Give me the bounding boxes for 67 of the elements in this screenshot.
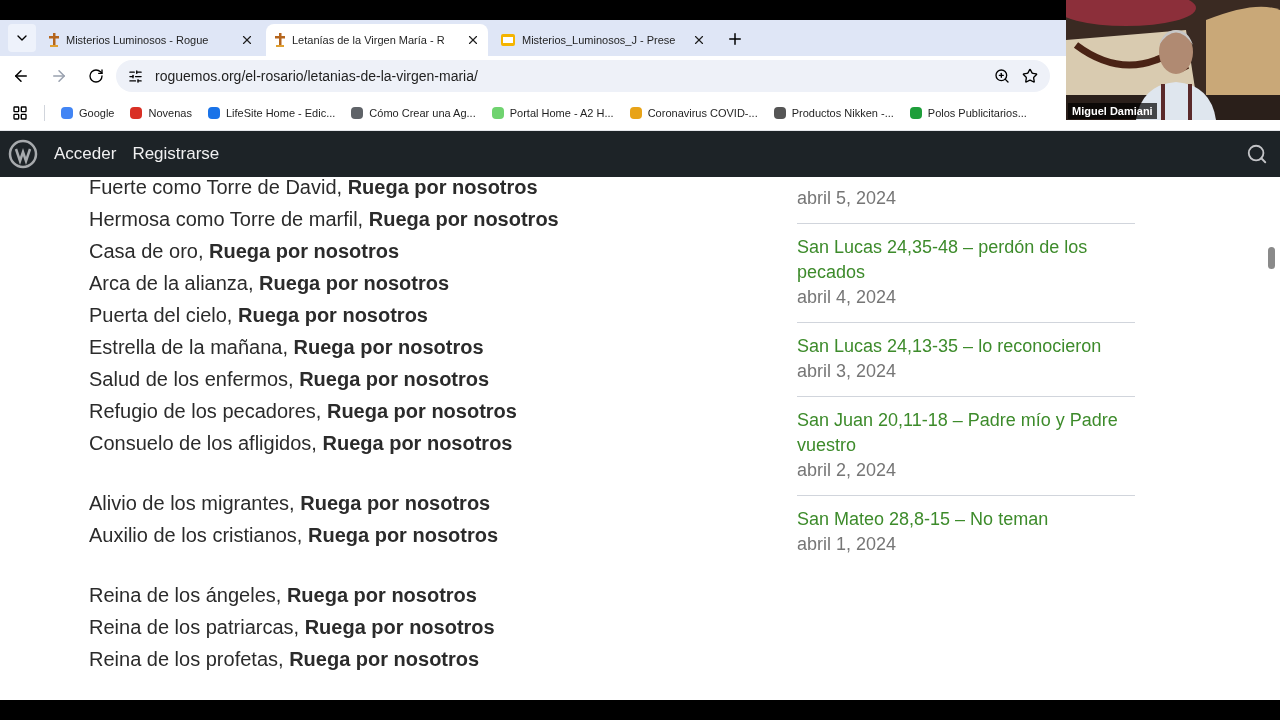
- forward-icon[interactable]: [50, 67, 68, 85]
- close-icon[interactable]: [692, 33, 706, 47]
- url-text: roguemos.org/el-rosario/letanias-de-la-virgen-maria/: [155, 66, 479, 86]
- browser-tab[interactable]: Misterios Luminosos - Rogue: [40, 24, 262, 56]
- bookmark-label: Coronavirus COVID-...: [647, 105, 758, 121]
- litany-line: Alivio de los migrantes, Ruega por nosotros: [89, 491, 492, 516]
- close-icon[interactable]: [240, 33, 254, 47]
- site-info-icon[interactable]: [128, 68, 143, 84]
- bookmark-item[interactable]: Productos Nikken -...: [773, 104, 894, 122]
- bookmark-item[interactable]: Google: [61, 104, 115, 122]
- browser-tab[interactable]: Letanías de la Virgen María - R: [266, 24, 488, 56]
- post-date: abril 1, 2024: [797, 533, 898, 556]
- search-icon[interactable]: [1246, 143, 1268, 165]
- litany-line: Fuerte como Torre de David, Ruega por nosotros: [89, 177, 539, 200]
- bookmark-item[interactable]: LifeSite Home - Edic...: [207, 104, 336, 122]
- admin-bar-link[interactable]: Registrarse: [132, 141, 220, 167]
- litany-line: Puerta del cielo, Ruega por nosotros: [89, 303, 429, 328]
- bookmark-item[interactable]: Portal Home - A2 H...: [491, 104, 614, 122]
- cross-icon: [48, 32, 60, 48]
- bookmark-label: Polos Publicitarios...: [927, 105, 1027, 121]
- post-date: abril 5, 2024: [797, 187, 898, 210]
- apps-icon[interactable]: [12, 105, 28, 121]
- litany-line: Reina de los ángeles, Ruega por nosotros: [89, 583, 478, 608]
- slides-icon: [500, 33, 516, 47]
- bookmark-label: Cómo Crear una Ag...: [369, 105, 476, 121]
- litany-line: Reina de los profetas, Ruega por nosotros: [89, 647, 481, 672]
- bookmark-label: Novenas: [148, 105, 192, 121]
- post-date: abril 3, 2024: [797, 360, 898, 383]
- post-link[interactable]: San Lucas 24,35-48 – perdón de los pecados: [797, 235, 1135, 285]
- tab-title: Misterios_Luminosos_J - Prese: [522, 32, 677, 48]
- bookmark-label: LifeSite Home - Edic...: [225, 105, 336, 121]
- cross-icon: [274, 32, 286, 48]
- post-date: abril 4, 2024: [797, 286, 898, 309]
- reload-icon[interactable]: [88, 68, 104, 84]
- tab-list-button[interactable]: [8, 24, 36, 52]
- litany-line: Hermosa como Torre de marfil, Ruega por nosotros: [89, 207, 560, 232]
- zoom-icon[interactable]: [994, 68, 1010, 84]
- litany-line: Consuelo de los afligidos, Ruega por nosotros: [89, 431, 514, 456]
- litany-line: Refugio de los pecadores, Ruega por nosotros: [89, 399, 518, 424]
- bookmark-star-icon[interactable]: [1022, 68, 1038, 84]
- litany-line: Reina de los patriarcas, Ruega por nosotros: [89, 615, 496, 640]
- back-icon[interactable]: [12, 67, 30, 85]
- browser-tab[interactable]: Misterios_Luminosos_J - Prese: [492, 24, 714, 56]
- new-tab-icon[interactable]: [726, 30, 744, 48]
- scrollbar-thumb[interactable]: [1267, 247, 1275, 269]
- tab-title: Misterios Luminosos - Rogue: [66, 32, 210, 48]
- litany-line: Auxilio de los cristianos, Ruega por nosotros: [89, 523, 499, 548]
- litany-line: Arca de la alianza, Ruega por nosotros: [89, 271, 451, 296]
- post-date: abril 2, 2024: [797, 459, 898, 482]
- bookmark-item[interactable]: Novenas: [130, 104, 192, 122]
- admin-bar-link[interactable]: Acceder: [54, 141, 117, 167]
- address-bar[interactable]: roguemos.org/el-rosario/letanias-de-la-virgen-maria/: [116, 60, 1050, 92]
- tab-title: Letanías de la Virgen María - R: [292, 32, 446, 48]
- post-link[interactable]: San Mateo 28,8-15 – No teman: [797, 507, 1135, 532]
- bookmark-item[interactable]: Cómo Crear una Ag...: [351, 104, 476, 122]
- litany-line: Casa de oro, Ruega por nosotros: [89, 239, 401, 264]
- bookmark-label: Portal Home - A2 H...: [509, 105, 614, 121]
- wordpress-logo-icon[interactable]: [8, 139, 38, 169]
- post-link[interactable]: San Lucas 24,13-35 – lo reconocieron: [797, 334, 1135, 359]
- bookmark-item[interactable]: Polos Publicitarios...: [909, 104, 1027, 122]
- bookmark-label: Productos Nikken -...: [791, 105, 894, 121]
- bookmark-label: Google: [79, 105, 115, 121]
- bookmark-item[interactable]: Coronavirus COVID-...: [629, 104, 758, 122]
- post-link[interactable]: San Juan 20,11-18 – Padre mío y Padre vuestro: [797, 408, 1135, 458]
- close-icon[interactable]: [466, 33, 480, 47]
- litany-line: Salud de los enfermos, Ruega por nosotros: [89, 367, 491, 392]
- litany-line: Estrella de la mañana, Ruega por nosotros: [89, 335, 485, 360]
